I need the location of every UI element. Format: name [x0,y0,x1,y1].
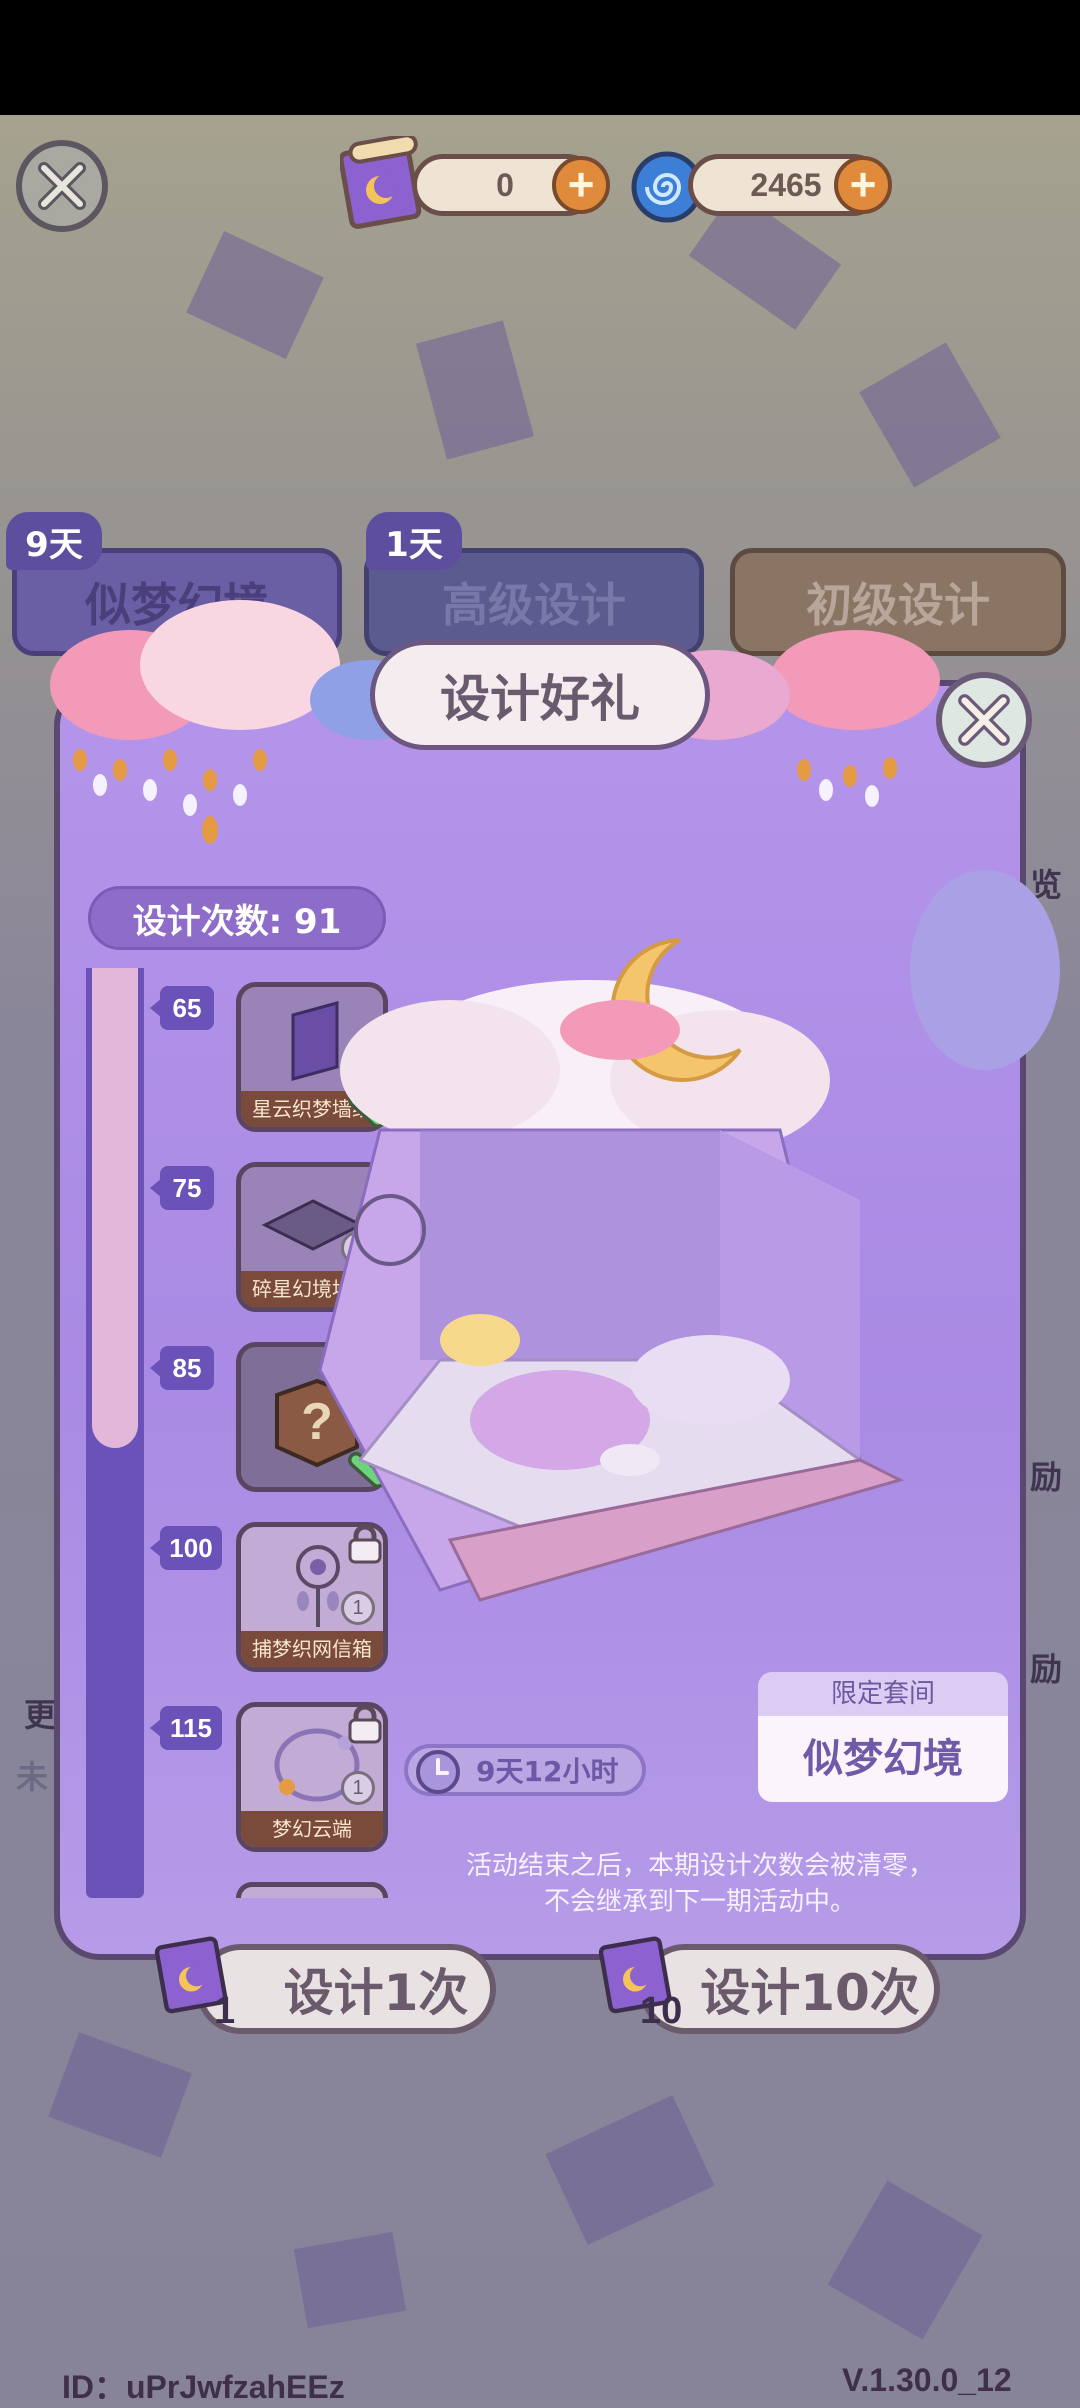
add-spiral-button[interactable]: + [834,156,892,214]
design-once-label: 设计1次 [283,1964,469,2022]
ticket-count: 0 [496,166,514,203]
tier-threshold-65: 65 [172,992,202,1023]
user-id: ID：uPrJwfzahEEz [62,2369,345,2405]
panel-title-text: 设计好礼 [440,670,640,728]
tab-dream-days: 9天 [25,524,83,565]
reward-name: 梦幻云端 [241,1811,383,1847]
exit-button[interactable] [16,140,108,232]
add-ticket-button[interactable]: + [552,156,610,214]
droplet-decor-left [73,749,267,844]
tier-threshold: 100 [150,1526,222,1570]
bg-shard [293,2231,407,2329]
side-peek-left-1: 更 [24,1696,57,1734]
event-timer-text: 9天12小时 [476,1755,619,1788]
design-once-cost: 1 [214,1990,236,2032]
side-peek-left-2: 未 [16,1758,49,1796]
side-peek-reward-2: 励 [1030,1650,1063,1688]
tab-dream-days-badge: 9天 [6,512,102,570]
limited-suite-label: 限定套间 似梦幻境 [758,1672,1008,1802]
version-label: V.1.30.0_12 [842,2362,1012,2398]
tier-threshold: 75 [150,1166,214,1210]
clock-icon [416,1750,460,1794]
design-ten-label: 设计10次 [700,1964,920,2022]
close-icon [38,162,86,210]
reset-notice: 活动结束之后，本期设计次数会被清零， 不会继承到下一期活动中。 [420,1848,980,1920]
reward-item-next[interactable] [236,1882,388,1898]
design-ten-cost: 10 [640,1990,683,2032]
dream-suite-illustration [318,938,905,1602]
tier-threshold: 65 [150,986,214,1030]
tier-threshold: 115 [150,1706,222,1750]
panel-title: 设计好礼 [370,640,710,750]
panel-close-button[interactable] [936,672,1032,768]
pink-cloud-right [770,630,940,730]
design-ten-button[interactable]: 设计10次 [640,1944,940,2034]
lock-icon [348,1704,382,1744]
tier-threshold-85: 85 [172,1352,202,1383]
droplet-decor-right [797,757,897,807]
tab-advanced-days: 1天 [385,524,443,565]
limited-suite-name: 似梦幻境 [758,1716,1008,1802]
tier-threshold-100: 100 [169,1532,213,1563]
progress-fill [92,968,138,1448]
tab-advanced-label: 高级设计 [442,578,626,632]
tab-basic-label: 初级设计 [806,578,990,632]
reset-notice-line-2: 不会继承到下一期活动中。 [543,1887,856,1917]
pink-cloud-left [140,600,340,730]
design-once-button[interactable]: 设计1次 [196,1944,496,2034]
spiral-count: 2465 [750,166,822,203]
reset-notice-line-1: 活动结束之后，本期设计次数会被清零， [465,1851,934,1881]
tier-threshold: 85 [150,1346,214,1390]
tab-advanced-days-badge: 1天 [366,512,462,570]
close-icon [958,694,1010,746]
tier-threshold-75: 75 [172,1172,202,1203]
reward-quantity: 1 [341,1771,375,1805]
event-timer: 9天12小时 [404,1744,646,1796]
tier-threshold-115: 115 [170,1712,212,1743]
side-peek-reward-1: 励 [1030,1458,1063,1496]
limited-suite-header: 限定套间 [758,1672,1008,1716]
status-bar [0,0,1080,115]
